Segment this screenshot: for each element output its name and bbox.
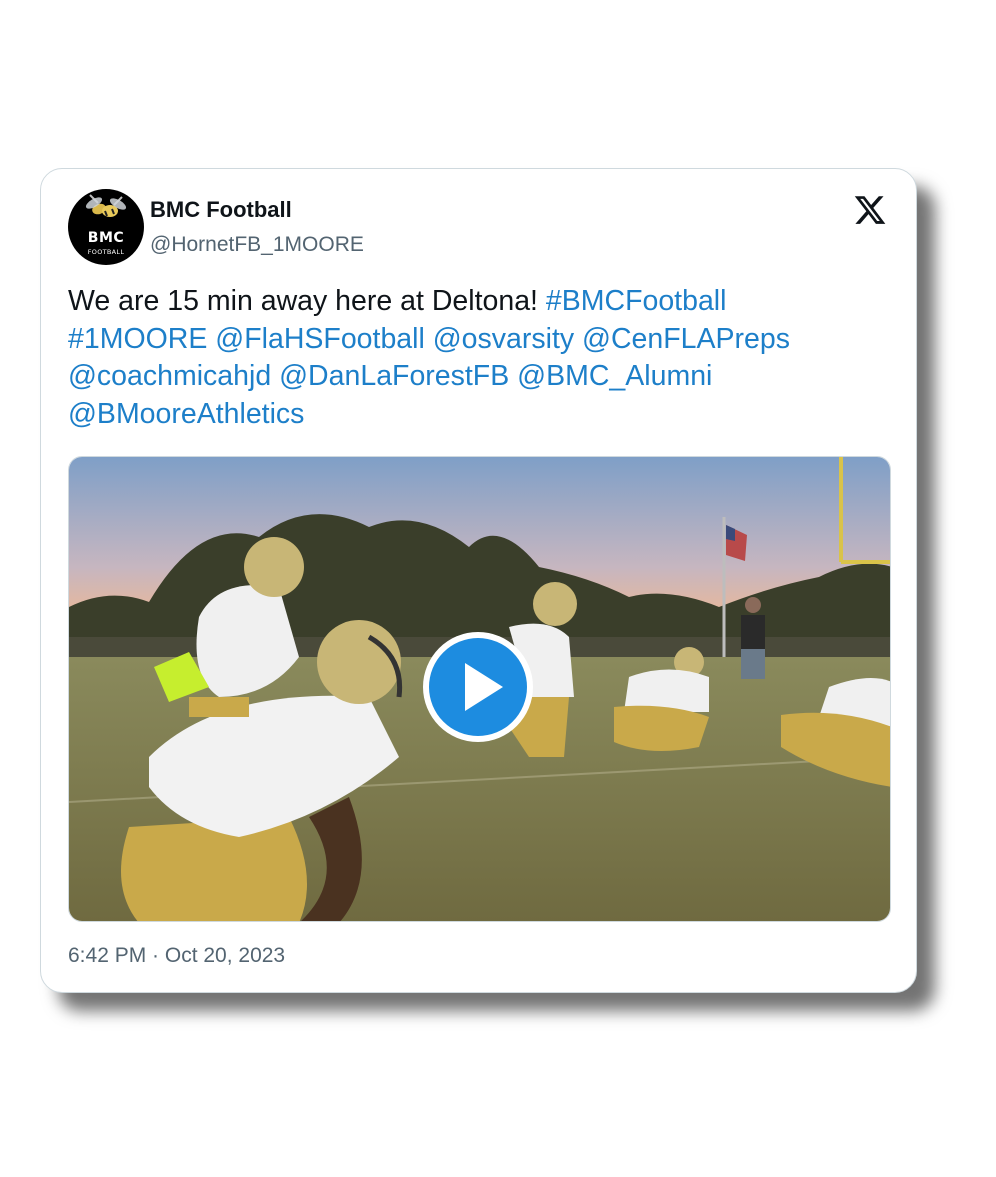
tweet-timestamp[interactable]: 6:42 PM · Oct 20, 2023: [68, 944, 285, 968]
play-icon[interactable]: [421, 630, 535, 744]
x-logo-icon[interactable]: [852, 193, 888, 227]
avatar[interactable]: BMC FOOTBALL: [68, 189, 144, 265]
author-handle[interactable]: @HornetFB_1MOORE: [150, 233, 364, 257]
mention-bmc-alumni[interactable]: @BMC_Alumni: [517, 360, 712, 392]
video-player[interactable]: [68, 456, 891, 922]
tweet-card: BMC FOOTBALL BMC Football @HornetFB_1MOO…: [40, 168, 917, 993]
hashtag-1moore[interactable]: #1MOORE: [68, 323, 207, 355]
avatar-subtext: FOOTBALL: [87, 248, 125, 256]
hashtag-bmcfootball[interactable]: #BMCFootball: [546, 285, 727, 317]
mention-cenflapreps[interactable]: @CenFLAPreps: [582, 323, 790, 355]
mention-danlaforestfb[interactable]: @DanLaForestFB: [279, 360, 509, 392]
author-name[interactable]: BMC Football: [150, 197, 292, 223]
tweet-body-text: We are 15 min away here at Deltona!: [68, 285, 546, 317]
mention-osvarsity[interactable]: @osvarsity: [433, 323, 574, 355]
avatar-text: BMC: [87, 230, 125, 246]
mention-bmooreathletics[interactable]: @BMooreAthletics: [68, 398, 304, 430]
mention-flahsfootball[interactable]: @FlaHSFootball: [215, 323, 425, 355]
mention-coachmicahjd[interactable]: @coachmicahjd: [68, 360, 271, 392]
tweet-text: We are 15 min away here at Deltona! #BMC…: [68, 283, 868, 433]
